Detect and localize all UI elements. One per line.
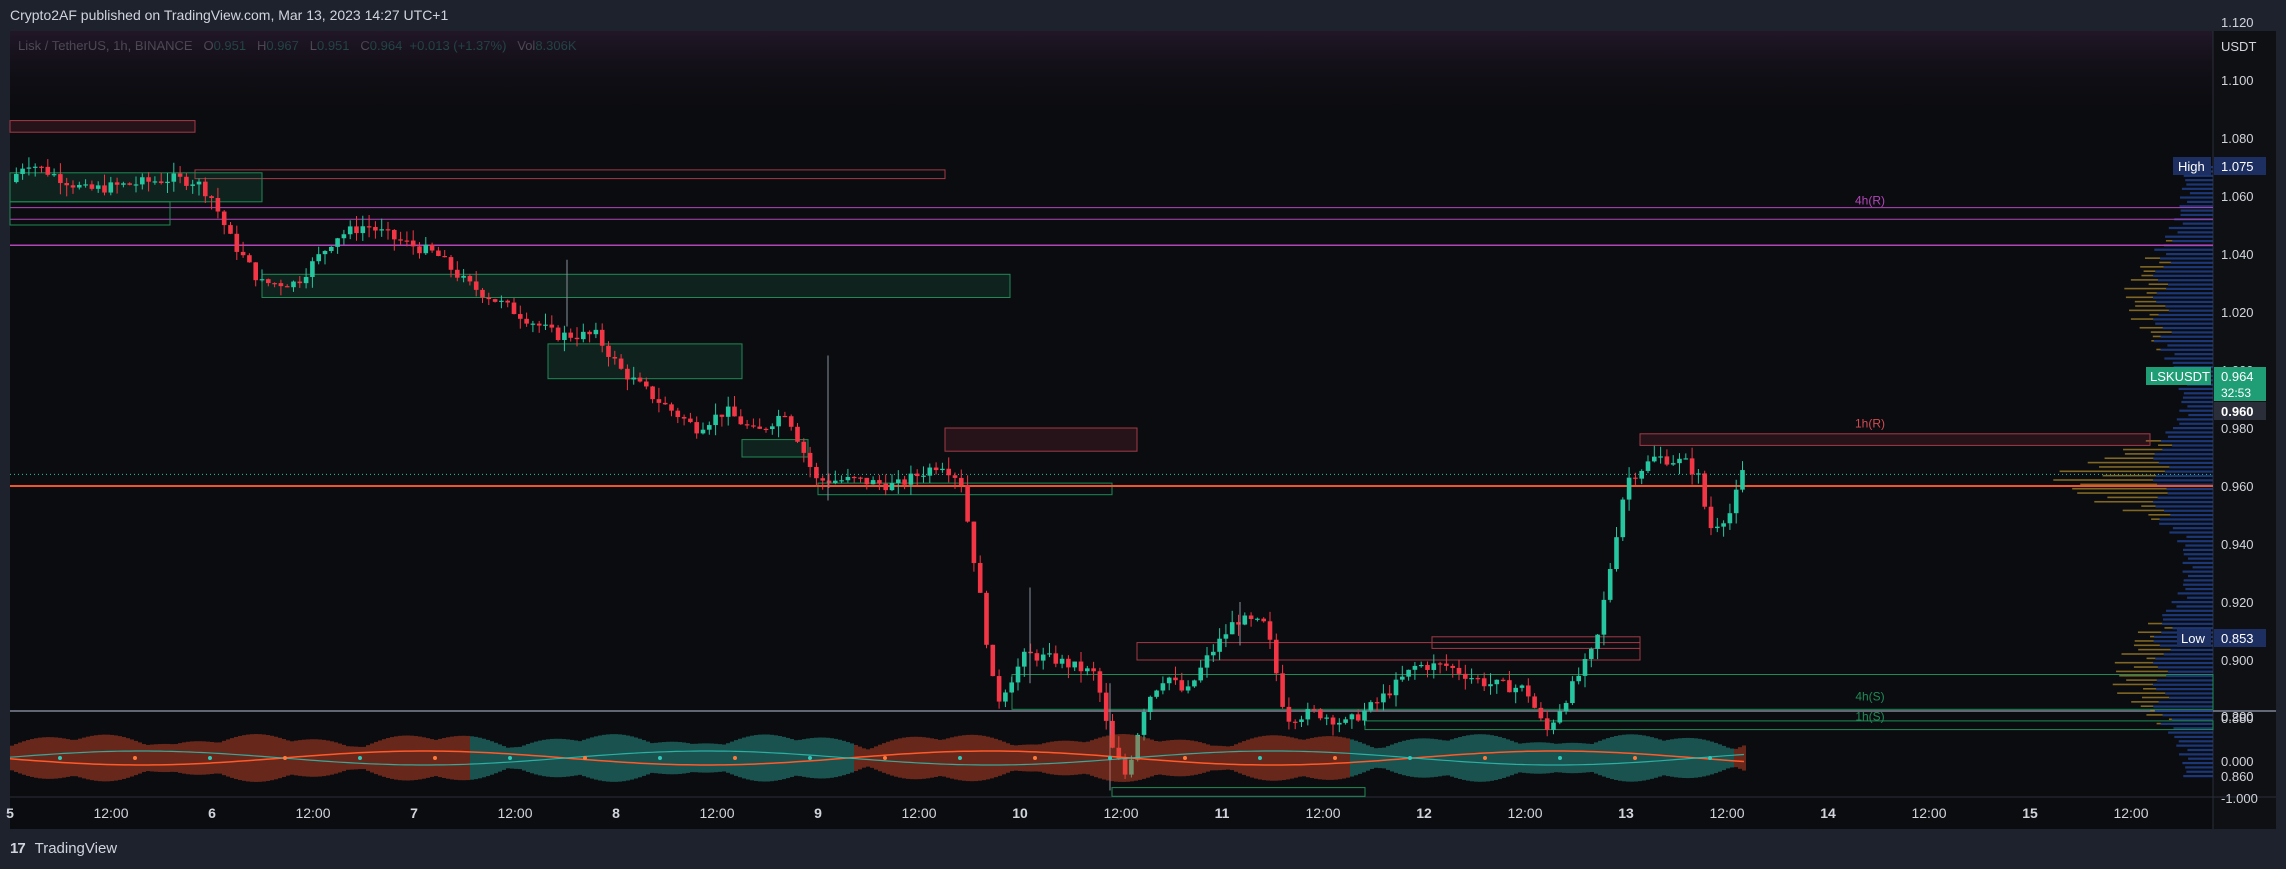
volume-value: 8.306K (535, 38, 577, 53)
open-value: 0.951 (213, 38, 247, 53)
open-label: O (203, 38, 214, 53)
low-value: 0.951 (316, 38, 350, 53)
close-label: C (360, 38, 370, 53)
change-value: +0.013 (+1.37%) (409, 38, 507, 53)
tradingview-logo-icon[interactable]: 17 (10, 829, 26, 869)
publish-info: Crypto2AF published on TradingView.com, … (10, 7, 449, 23)
chart-area[interactable] (10, 31, 2276, 829)
brand-name[interactable]: TradingView (35, 840, 118, 857)
high-label: H (256, 38, 267, 53)
volume-label: Vol (517, 38, 536, 53)
low-label: L (309, 38, 317, 53)
close-value: 0.964 (369, 38, 403, 53)
symbol-name[interactable]: Lisk / TetherUS, 1h, BINANCE (18, 38, 193, 53)
footer: 17 TradingView (0, 829, 2286, 869)
publish-header: Crypto2AF published on TradingView.com, … (0, 0, 2286, 31)
high-value: 0.967 (266, 38, 299, 53)
symbol-legend: Lisk / TetherUS, 1h, BINANCE O0.951 H0.9… (10, 31, 577, 61)
